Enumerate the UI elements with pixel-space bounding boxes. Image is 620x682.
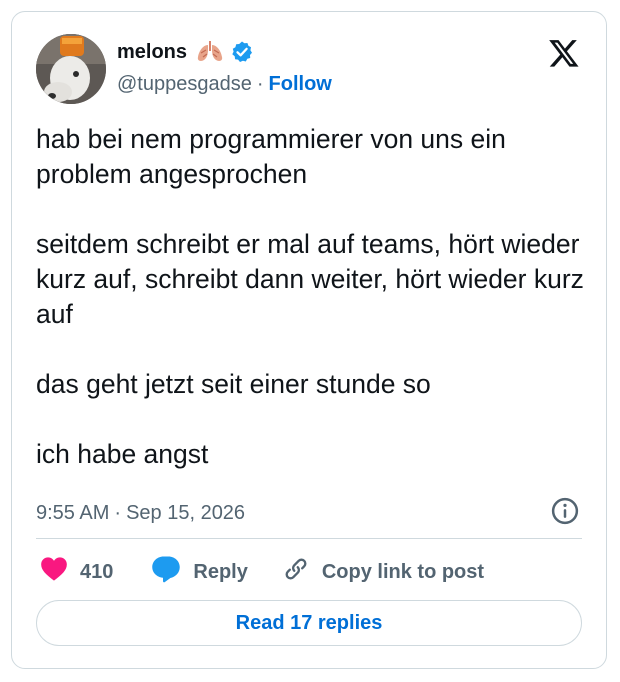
follow-button[interactable]: Follow [269,73,332,96]
read-replies-button[interactable]: Read 17 replies [36,600,582,646]
x-logo-icon[interactable] [548,37,580,69]
heart-icon [40,556,68,588]
reply-bubble-icon [151,555,181,589]
tweet-text: hab bei nem programmierer von uns ein pr… [36,122,586,472]
copy-link-button[interactable]: Copy link to post [282,555,484,589]
timestamp-separator: · [114,501,122,524]
tweet-paragraph: hab bei nem programmierer von uns ein pr… [36,124,506,189]
divider [36,538,582,539]
tweet-date: Sep 15, 2026 [126,501,246,524]
display-name[interactable]: melons [117,41,187,64]
copy-link-label: Copy link to post [321,560,485,583]
avatar-image [36,34,106,104]
avatar[interactable] [36,34,106,104]
handle-separator: · [256,72,264,95]
author-name-row: melons [117,38,254,66]
reply-label: Reply [193,560,248,583]
handle-row: @tuppesgadse · Follow [117,70,332,98]
lungs-emoji [195,41,225,63]
read-replies-label: Read 17 replies [235,611,383,634]
like-button[interactable]: 410 [40,556,113,588]
like-count: 410 [80,560,114,583]
info-icon[interactable] [550,496,580,526]
tweet-paragraph: das geht jetzt seit einer stunde so [36,369,431,399]
action-bar: 410 Reply Copy link to post [40,552,484,592]
link-icon [282,555,310,589]
tweet-time: 9:55 AM [36,501,110,524]
tweet-card: melons @tuppesgadse · Follow hab bei nem… [11,11,607,669]
tweet-paragraph: seitdem schreibt er mal auf teams, hört … [36,229,584,329]
timestamp[interactable]: 9:55 AM · Sep 15, 2026 [36,498,245,528]
tweet-paragraph: ich habe angst [36,439,209,469]
handle[interactable]: @tuppesgadse [117,73,252,96]
verified-badge-icon [230,40,254,64]
reply-button[interactable]: Reply [151,555,248,589]
